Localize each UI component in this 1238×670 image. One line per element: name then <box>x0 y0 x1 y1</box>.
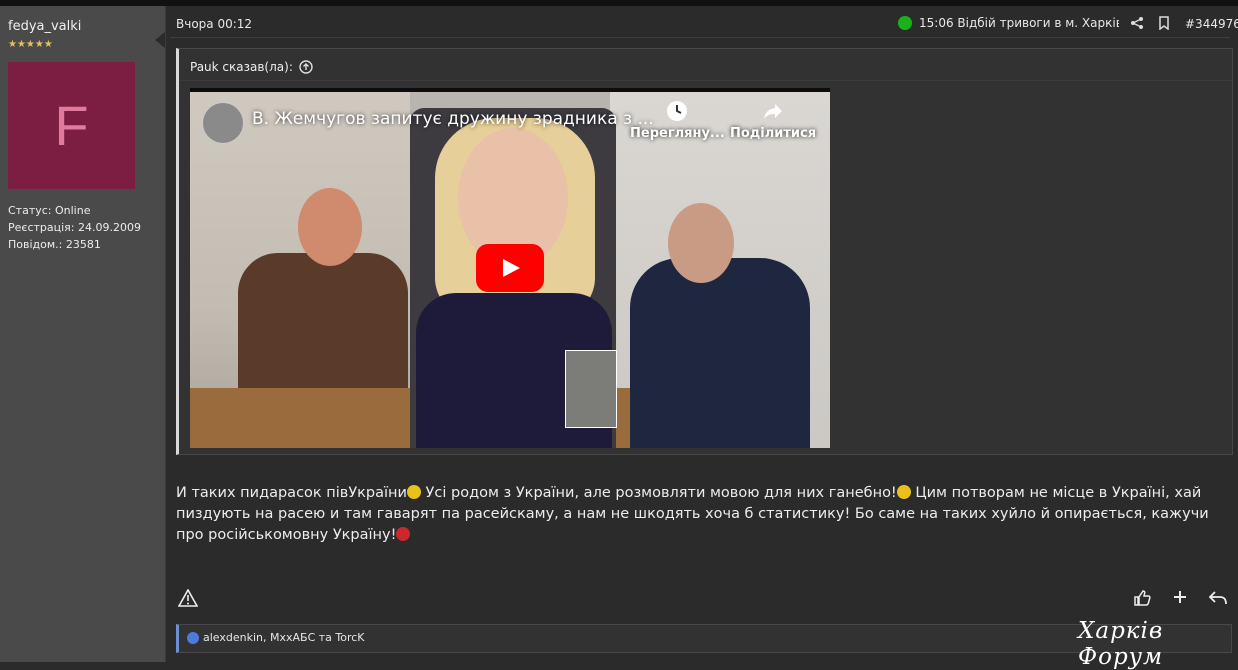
quote-divider <box>179 80 1232 81</box>
video-person-right <box>630 258 810 448</box>
username[interactable]: fedya_valki <box>8 19 81 34</box>
video-title[interactable]: В. Жемчугов запитує дружину зрадника з .… <box>252 109 654 129</box>
plus-icon[interactable] <box>1172 588 1188 606</box>
quote-block: Pauk сказав(ла): В. Жемчугов запитує дру… <box>176 48 1233 455</box>
reactions-list[interactable]: alexdenkin, МххАБС та TorcK <box>187 631 365 644</box>
post-message: И таких пидарасок півУкраїни Усі родом з… <box>176 483 1216 546</box>
top-bar <box>0 0 1238 6</box>
clock-icon <box>667 101 688 121</box>
avatar[interactable]: F <box>8 62 135 189</box>
share-label: Поділитися <box>730 126 817 141</box>
message-line2: расею и там гаварят па расейскаму, а нам… <box>176 506 1209 543</box>
avatar-letter: F <box>54 94 89 157</box>
go-to-quote-icon[interactable] <box>299 60 313 74</box>
video-embed[interactable]: В. Жемчугов запитує дружину зрадника з .… <box>190 88 830 448</box>
angry-emoji-icon <box>396 527 411 541</box>
message-line1a: И таких пидарасок півУкраїни <box>176 485 407 501</box>
quote-author: Pauk сказав(ла): <box>190 60 293 74</box>
like-icon[interactable] <box>1133 589 1151 607</box>
panel-pointer <box>155 32 165 48</box>
watch-later-button[interactable]: Перегляну... <box>630 100 725 141</box>
sad-emoji-icon <box>406 485 421 499</box>
alert-text: 15:06 Відбій тривоги в м. Харків та Харк… <box>919 16 1119 30</box>
reactions-users: alexdenkin, МххАБС та TorcK <box>203 631 365 644</box>
user-panel: fedya_valki ★★★★★ F Статус: Online Реєст… <box>0 6 166 662</box>
video-pip-inset <box>565 350 617 428</box>
user-posts: Повідом.: 23581 <box>8 238 101 251</box>
post-number[interactable]: #344976 <box>1185 17 1238 31</box>
sad-emoji-icon <box>896 485 911 499</box>
status-dot-icon <box>898 16 912 30</box>
reply-icon[interactable] <box>1208 589 1228 607</box>
divider <box>170 37 1230 38</box>
forum-watermark: Харків Форум <box>1078 618 1164 670</box>
play-button[interactable] <box>476 244 544 292</box>
user-registered: Реєстрація: 24.09.2009 <box>8 221 141 234</box>
rank-stars: ★★★★★ <box>8 39 53 50</box>
video-person-left-head <box>298 188 362 266</box>
user-status: Статус: Online <box>8 204 91 217</box>
bookmark-icon[interactable] <box>1158 16 1170 30</box>
message-line1b: Усі родом з України, але розмовляти мово… <box>420 485 897 501</box>
air-alert-status[interactable]: 15:06 Відбій тривоги в м. Харків та Харк… <box>898 16 1119 30</box>
video-person-right-head <box>668 203 734 283</box>
post-time[interactable]: Вчора 00:12 <box>176 17 252 31</box>
video-person-left <box>238 253 408 403</box>
user-info: Статус: Online Реєстрація: 24.09.2009 По… <box>8 202 141 253</box>
channel-avatar[interactable] <box>202 102 244 144</box>
share-icon[interactable] <box>1130 16 1144 30</box>
video-share-button[interactable]: Поділитися <box>730 100 816 141</box>
reactions-bar: alexdenkin, МххАБС та TorcK <box>176 624 1232 653</box>
report-warning-icon[interactable] <box>178 589 198 607</box>
reaction-icon <box>187 631 199 644</box>
quote-header[interactable]: Pauk сказав(ла): <box>190 56 313 78</box>
share-arrow-icon <box>764 104 783 119</box>
watch-later-label: Перегляну... <box>630 126 725 141</box>
